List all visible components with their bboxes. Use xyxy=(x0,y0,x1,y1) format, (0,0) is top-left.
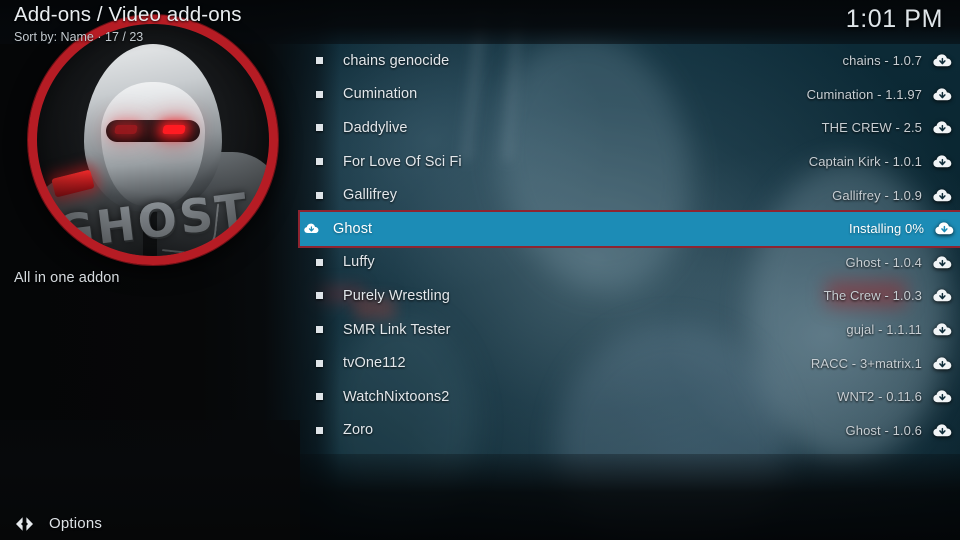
addon-version: RACC - 3+matrix.1 xyxy=(810,355,922,371)
ghost-addon-thumbnail: GHOST xyxy=(28,15,278,265)
cloud-download-icon xyxy=(931,87,953,102)
cloud-download-icon xyxy=(931,389,953,404)
addon-list-item[interactable]: WatchNixtoons2 WNT2 - 0.11.6 xyxy=(300,380,960,414)
addon-name: WatchNixtoons2 xyxy=(343,388,450,405)
addon-list-item[interactable]: Ghost Installing 0% xyxy=(298,209,960,248)
addon-list[interactable]: chains genocide chains - 1.0.7 Cumination C… xyxy=(298,44,960,456)
addon-version: Gallifrey - 1.0.9 xyxy=(832,187,922,203)
addon-version: gujal - 1.1.11 xyxy=(846,322,922,338)
list-bullet-icon xyxy=(316,426,323,434)
addon-version: Ghost - 1.0.4 xyxy=(845,254,922,270)
cloud-download-icon xyxy=(931,423,953,438)
cloud-download-icon xyxy=(933,221,955,236)
addon-name: chains genocide xyxy=(343,52,450,69)
addon-list-item[interactable]: chains genocide chains - 1.0.7 xyxy=(300,44,960,78)
addon-name: Daddylive xyxy=(343,119,408,136)
cloud-download-icon xyxy=(931,288,953,303)
cloud-download-icon xyxy=(931,188,953,203)
addon-status: Installing 0% xyxy=(848,221,924,237)
addon-name: For Love Of Sci Fi xyxy=(343,153,462,170)
addon-list-item[interactable]: SMR Link Tester gujal - 1.1.11 xyxy=(300,313,960,347)
list-bullet-icon xyxy=(316,326,323,334)
addon-version: Cumination - 1.1.97 xyxy=(806,86,922,102)
addon-name: Purely Wrestling xyxy=(343,287,450,304)
addon-list-item[interactable]: Daddylive THE CREW - 2.5 xyxy=(300,111,960,145)
addon-name: Luffy xyxy=(343,254,375,271)
breadcrumb: Add-ons / Video add-ons xyxy=(14,3,242,26)
addon-name: tvOne112 xyxy=(343,355,406,372)
list-bullet-icon xyxy=(316,158,323,166)
addon-list-item[interactable]: Zoro Ghost - 1.0.6 xyxy=(300,414,960,448)
addon-list-item[interactable]: Gallifrey Gallifrey - 1.0.9 xyxy=(300,178,960,212)
addon-list-item[interactable]: Purely Wrestling The Crew - 1.0.3 xyxy=(300,279,960,313)
addon-version: The Crew - 1.0.3 xyxy=(823,288,922,304)
addon-list-item[interactable]: Cumination Cumination - 1.1.97 xyxy=(300,78,960,112)
addon-version: Ghost - 1.0.6 xyxy=(845,422,922,438)
list-bullet-icon xyxy=(316,124,323,132)
cloud-download-icon xyxy=(931,255,953,270)
addon-plot-text: All in one addon xyxy=(14,270,120,286)
addon-list-item[interactable]: For Love Of Sci Fi Captain Kirk - 1.0.1 xyxy=(300,145,960,179)
list-bullet-icon xyxy=(316,258,323,266)
left-right-arrows-icon xyxy=(14,516,36,532)
list-bullet-icon xyxy=(316,393,323,401)
clock: 1:01 PM xyxy=(845,5,943,33)
addon-version: WNT2 - 0.11.6 xyxy=(837,389,922,405)
cloud-download-icon xyxy=(931,120,953,135)
addon-name: Gallifrey xyxy=(343,187,398,204)
list-bullet-icon xyxy=(316,90,323,98)
addon-version: THE CREW - 2.5 xyxy=(821,120,922,136)
cloud-download-icon xyxy=(304,221,319,236)
options-label: Options xyxy=(49,515,103,532)
addon-name: Cumination xyxy=(343,86,418,103)
list-bullet-icon xyxy=(316,191,323,199)
header: Add-ons / Video add-ons Sort by: Name · … xyxy=(14,2,242,45)
cloud-download-icon xyxy=(931,53,953,68)
list-bullet-icon xyxy=(316,359,323,367)
list-bullet-icon xyxy=(316,292,323,300)
addon-version: Captain Kirk - 1.0.1 xyxy=(808,154,922,170)
list-bullet-icon xyxy=(316,57,323,65)
cloud-download-icon xyxy=(931,154,953,169)
addon-list-item[interactable]: tvOne112 RACC - 3+matrix.1 xyxy=(300,346,960,380)
addon-thumbnail-container: GHOST xyxy=(28,15,278,265)
options-button[interactable]: Options xyxy=(14,515,102,532)
addon-name: SMR Link Tester xyxy=(343,321,451,338)
addon-version: chains - 1.0.7 xyxy=(842,53,922,69)
cloud-download-icon xyxy=(931,322,953,337)
addon-list-item[interactable]: Luffy Ghost - 1.0.4 xyxy=(300,246,960,280)
cloud-download-icon xyxy=(931,356,953,371)
addon-name: Zoro xyxy=(343,422,374,439)
sort-and-count-label: Sort by: Name · 17 / 23 xyxy=(14,30,144,44)
addon-name: Ghost xyxy=(333,220,373,237)
